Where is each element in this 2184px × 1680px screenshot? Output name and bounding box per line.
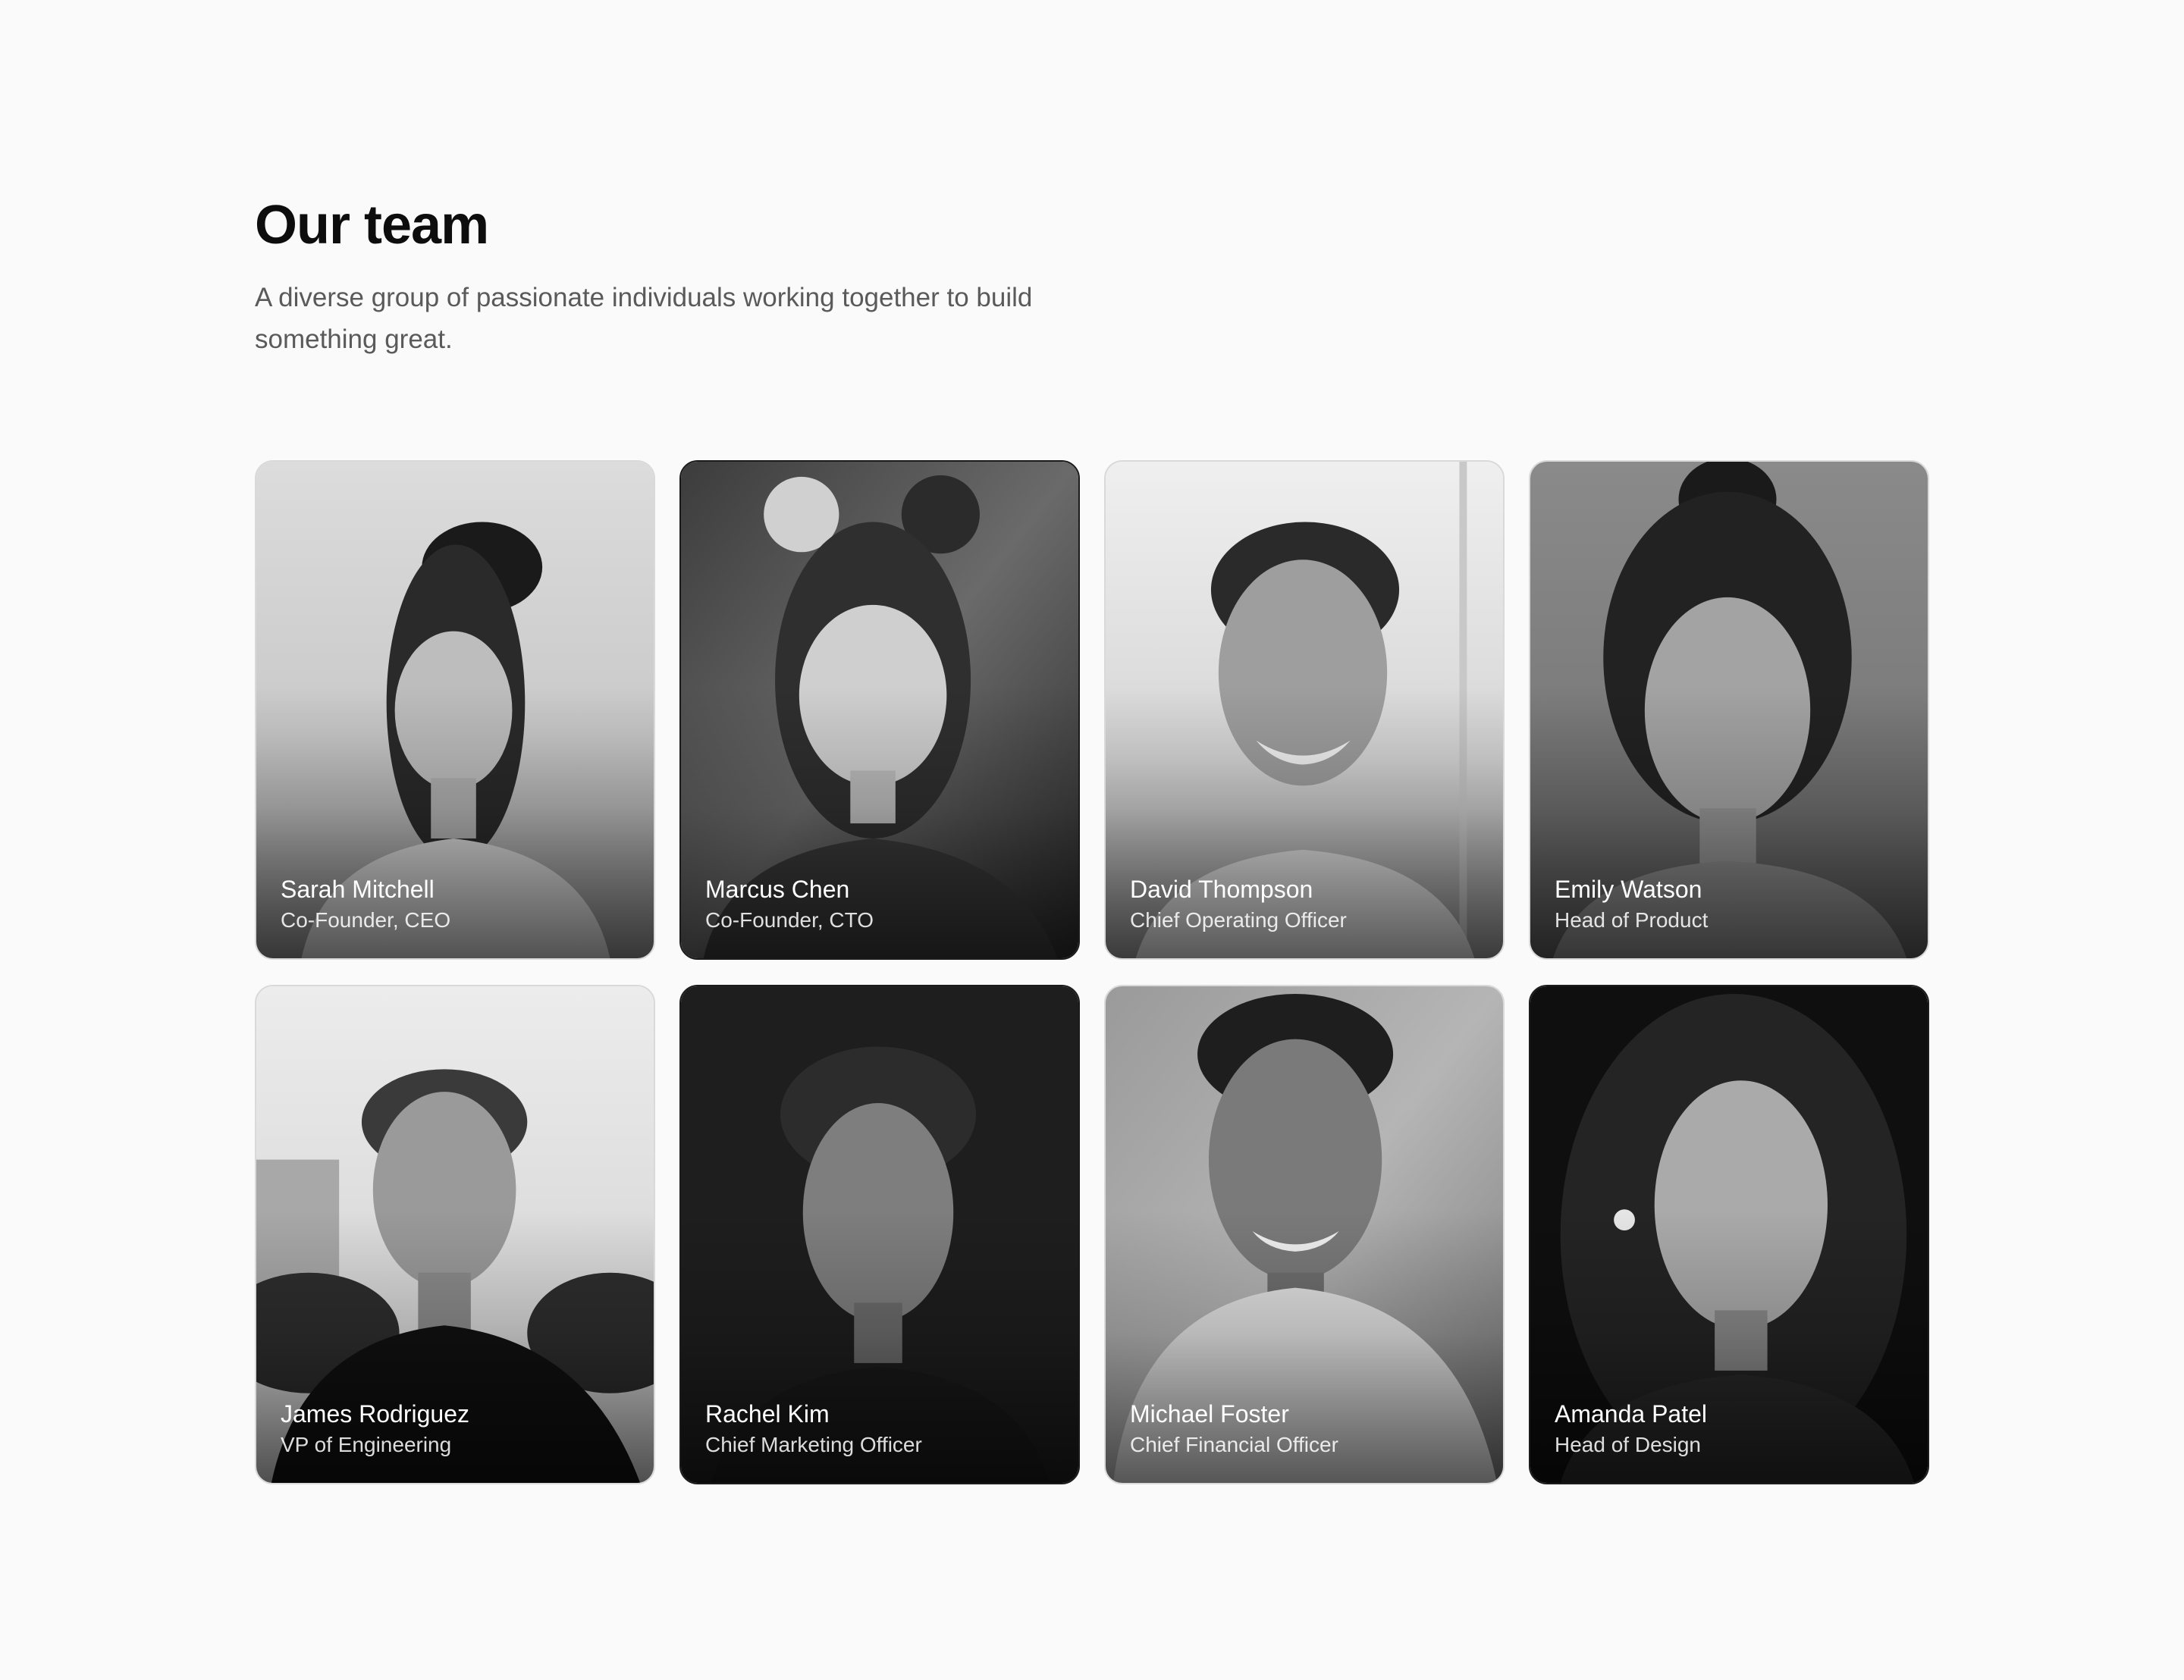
member-info: James Rodriguez VP of Engineering — [281, 1399, 469, 1458]
page-title: Our team — [255, 195, 489, 255]
member-name: Sarah Mitchell — [281, 876, 435, 903]
team-card-james-rodriguez[interactable]: James Rodriguez VP of Engineering — [255, 985, 655, 1484]
member-name: Amanda Patel — [1555, 1400, 1708, 1428]
member-name: Emily Watson — [1555, 876, 1702, 903]
member-role: Co-Founder, CEO — [281, 908, 451, 932]
member-role: Chief Marketing Officer — [705, 1433, 922, 1456]
member-role: Co-Founder, CTO — [705, 908, 874, 932]
member-role: Head of Design — [1555, 1433, 1702, 1456]
team-header: Our team A diverse group of passionate i… — [255, 193, 1929, 360]
member-name: Michael Foster — [1130, 1400, 1289, 1428]
page-subtitle: A diverse group of passionate individual… — [255, 283, 1033, 354]
member-name: James Rodriguez — [281, 1400, 469, 1428]
member-info: David Thompson Chief Operating Officer — [1130, 874, 1347, 933]
team-card-sarah-mitchell[interactable]: Sarah Mitchell Co-Founder, CEO — [255, 460, 655, 960]
member-info: Amanda Patel Head of Design — [1555, 1399, 1707, 1458]
member-info: Rachel Kim Chief Marketing Officer — [705, 1399, 922, 1458]
member-role: Chief Operating Officer — [1130, 908, 1347, 932]
member-role: VP of Engineering — [281, 1433, 452, 1456]
team-card-emily-watson[interactable]: Emily Watson Head of Product — [1529, 460, 1929, 960]
member-info: Marcus Chen Co-Founder, CTO — [705, 874, 874, 933]
team-card-david-thompson[interactable]: David Thompson Chief Operating Officer — [1104, 460, 1505, 960]
member-info: Michael Foster Chief Financial Officer — [1130, 1399, 1338, 1458]
member-name: Marcus Chen — [705, 876, 850, 903]
team-card-marcus-chen[interactable]: Marcus Chen Co-Founder, CTO — [679, 460, 1080, 960]
member-info: Sarah Mitchell Co-Founder, CEO — [281, 874, 450, 933]
team-grid: Sarah Mitchell Co-Founder, CEO Marcus Ch… — [255, 460, 1929, 1484]
team-card-michael-foster[interactable]: Michael Foster Chief Financial Officer — [1104, 985, 1505, 1484]
member-role: Chief Financial Officer — [1130, 1433, 1338, 1456]
team-card-amanda-patel[interactable]: Amanda Patel Head of Design — [1529, 985, 1929, 1484]
member-name: David Thompson — [1130, 876, 1313, 903]
team-card-rachel-kim[interactable]: Rachel Kim Chief Marketing Officer — [679, 985, 1080, 1484]
member-role: Head of Product — [1555, 908, 1709, 932]
member-info: Emily Watson Head of Product — [1555, 874, 1708, 933]
member-name: Rachel Kim — [705, 1400, 830, 1428]
